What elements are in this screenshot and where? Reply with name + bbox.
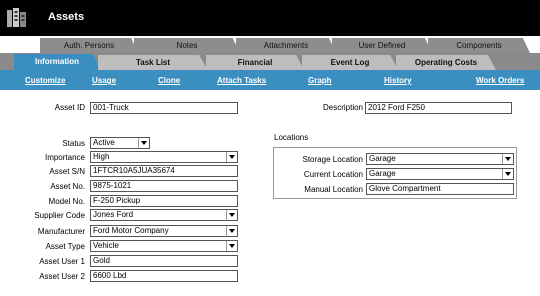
tab-components[interactable]: Components — [428, 38, 530, 53]
status-label: Status — [62, 139, 85, 148]
current-location-select[interactable]: Garage — [366, 168, 514, 180]
usage-link[interactable]: Usage — [92, 76, 116, 85]
manual-location-label: Manual Location — [304, 185, 363, 194]
tab-auth-persons[interactable]: Auth. Persons — [40, 38, 138, 53]
manufacturer-select[interactable]: Ford Motor Company — [90, 225, 238, 237]
description-label: Description — [322, 103, 363, 112]
locations-title: Locations — [274, 133, 309, 142]
chevron-down-icon — [229, 229, 235, 233]
title-bar: Assets — [0, 0, 540, 36]
status-select[interactable]: Active — [90, 137, 150, 149]
tab-user-defined[interactable]: User Defined — [332, 38, 432, 53]
supplier-code-select[interactable]: Jones Ford — [90, 209, 238, 221]
tab-event-log[interactable]: Event Log — [302, 55, 398, 70]
tab-operating-costs[interactable]: Operating Costs — [396, 55, 496, 70]
storage-location-value: Garage — [369, 154, 396, 163]
tab-attachments[interactable]: Attachments — [236, 38, 336, 53]
tab-task-list[interactable]: Task List — [98, 55, 208, 70]
supplier-code-label: Supplier Code — [34, 211, 85, 220]
attach-tasks-link[interactable]: Attach Tasks — [217, 76, 266, 85]
assets-logo-icon — [7, 8, 26, 27]
action-bar: Customize Usage Clone Attach Tasks Graph… — [0, 70, 540, 90]
chevron-down-icon — [141, 141, 147, 145]
asset-id-label: Asset ID — [54, 103, 85, 112]
asset-type-value: Vehicle — [93, 241, 119, 250]
history-link[interactable]: History — [384, 76, 412, 85]
importance-value: High — [93, 152, 110, 161]
asset-sn-label: Asset S/N — [49, 167, 85, 176]
asset-id-input[interactable]: 001-Truck — [90, 102, 238, 114]
storage-location-label: Storage Location — [302, 155, 364, 164]
importance-label: Importance — [44, 153, 85, 162]
clone-link[interactable]: Clone — [158, 76, 180, 85]
asset-no-label: Asset No. — [50, 182, 85, 191]
manufacturer-label: Manufacturer — [37, 227, 85, 236]
manual-location-input[interactable]: Glove Compartment — [366, 183, 514, 195]
chevron-down-icon — [229, 155, 235, 159]
asset-user2-label: Asset User 2 — [39, 272, 85, 281]
asset-no-input[interactable]: 9875-1021 — [90, 180, 238, 192]
asset-user1-input[interactable]: Gold — [90, 255, 238, 267]
asset-type-label: Asset Type — [45, 242, 85, 251]
graph-link[interactable]: Graph — [308, 76, 332, 85]
tab-information[interactable]: Information — [14, 54, 100, 70]
current-location-label: Current Location — [303, 170, 363, 179]
model-no-label: Model No. — [48, 197, 85, 206]
supplier-code-value: Jones Ford — [93, 210, 134, 219]
work-orders-link[interactable]: Work Orders — [476, 76, 524, 85]
main-tab-row: Information Task List Financial Event Lo… — [0, 53, 540, 70]
asset-type-select[interactable]: Vehicle — [90, 240, 238, 252]
chevron-down-icon — [229, 213, 235, 217]
secondary-tab-row: Auth. Persons Notes Attachments User Def… — [0, 36, 540, 53]
model-no-input[interactable]: F-250 Pickup — [90, 195, 238, 207]
tab-notes[interactable]: Notes — [134, 38, 240, 53]
customize-link[interactable]: Customize — [25, 76, 65, 85]
chevron-down-icon — [229, 244, 235, 248]
asset-sn-input[interactable]: 1FTCR10A5JUA35674 — [90, 165, 238, 177]
asset-user1-label: Asset User 1 — [39, 257, 85, 266]
current-location-value: Garage — [369, 169, 396, 178]
chevron-down-icon — [505, 172, 511, 176]
manufacturer-value: Ford Motor Company — [93, 226, 169, 235]
tab-financial[interactable]: Financial — [206, 55, 304, 70]
chevron-down-icon — [505, 157, 511, 161]
app-title: Assets — [48, 11, 85, 23]
importance-select[interactable]: High — [90, 151, 238, 163]
asset-user2-input[interactable]: 6600 Lbd — [90, 270, 238, 282]
status-value: Active — [93, 138, 115, 147]
description-input[interactable]: 2012 Ford F250 — [365, 102, 512, 114]
storage-location-select[interactable]: Garage — [366, 153, 514, 165]
